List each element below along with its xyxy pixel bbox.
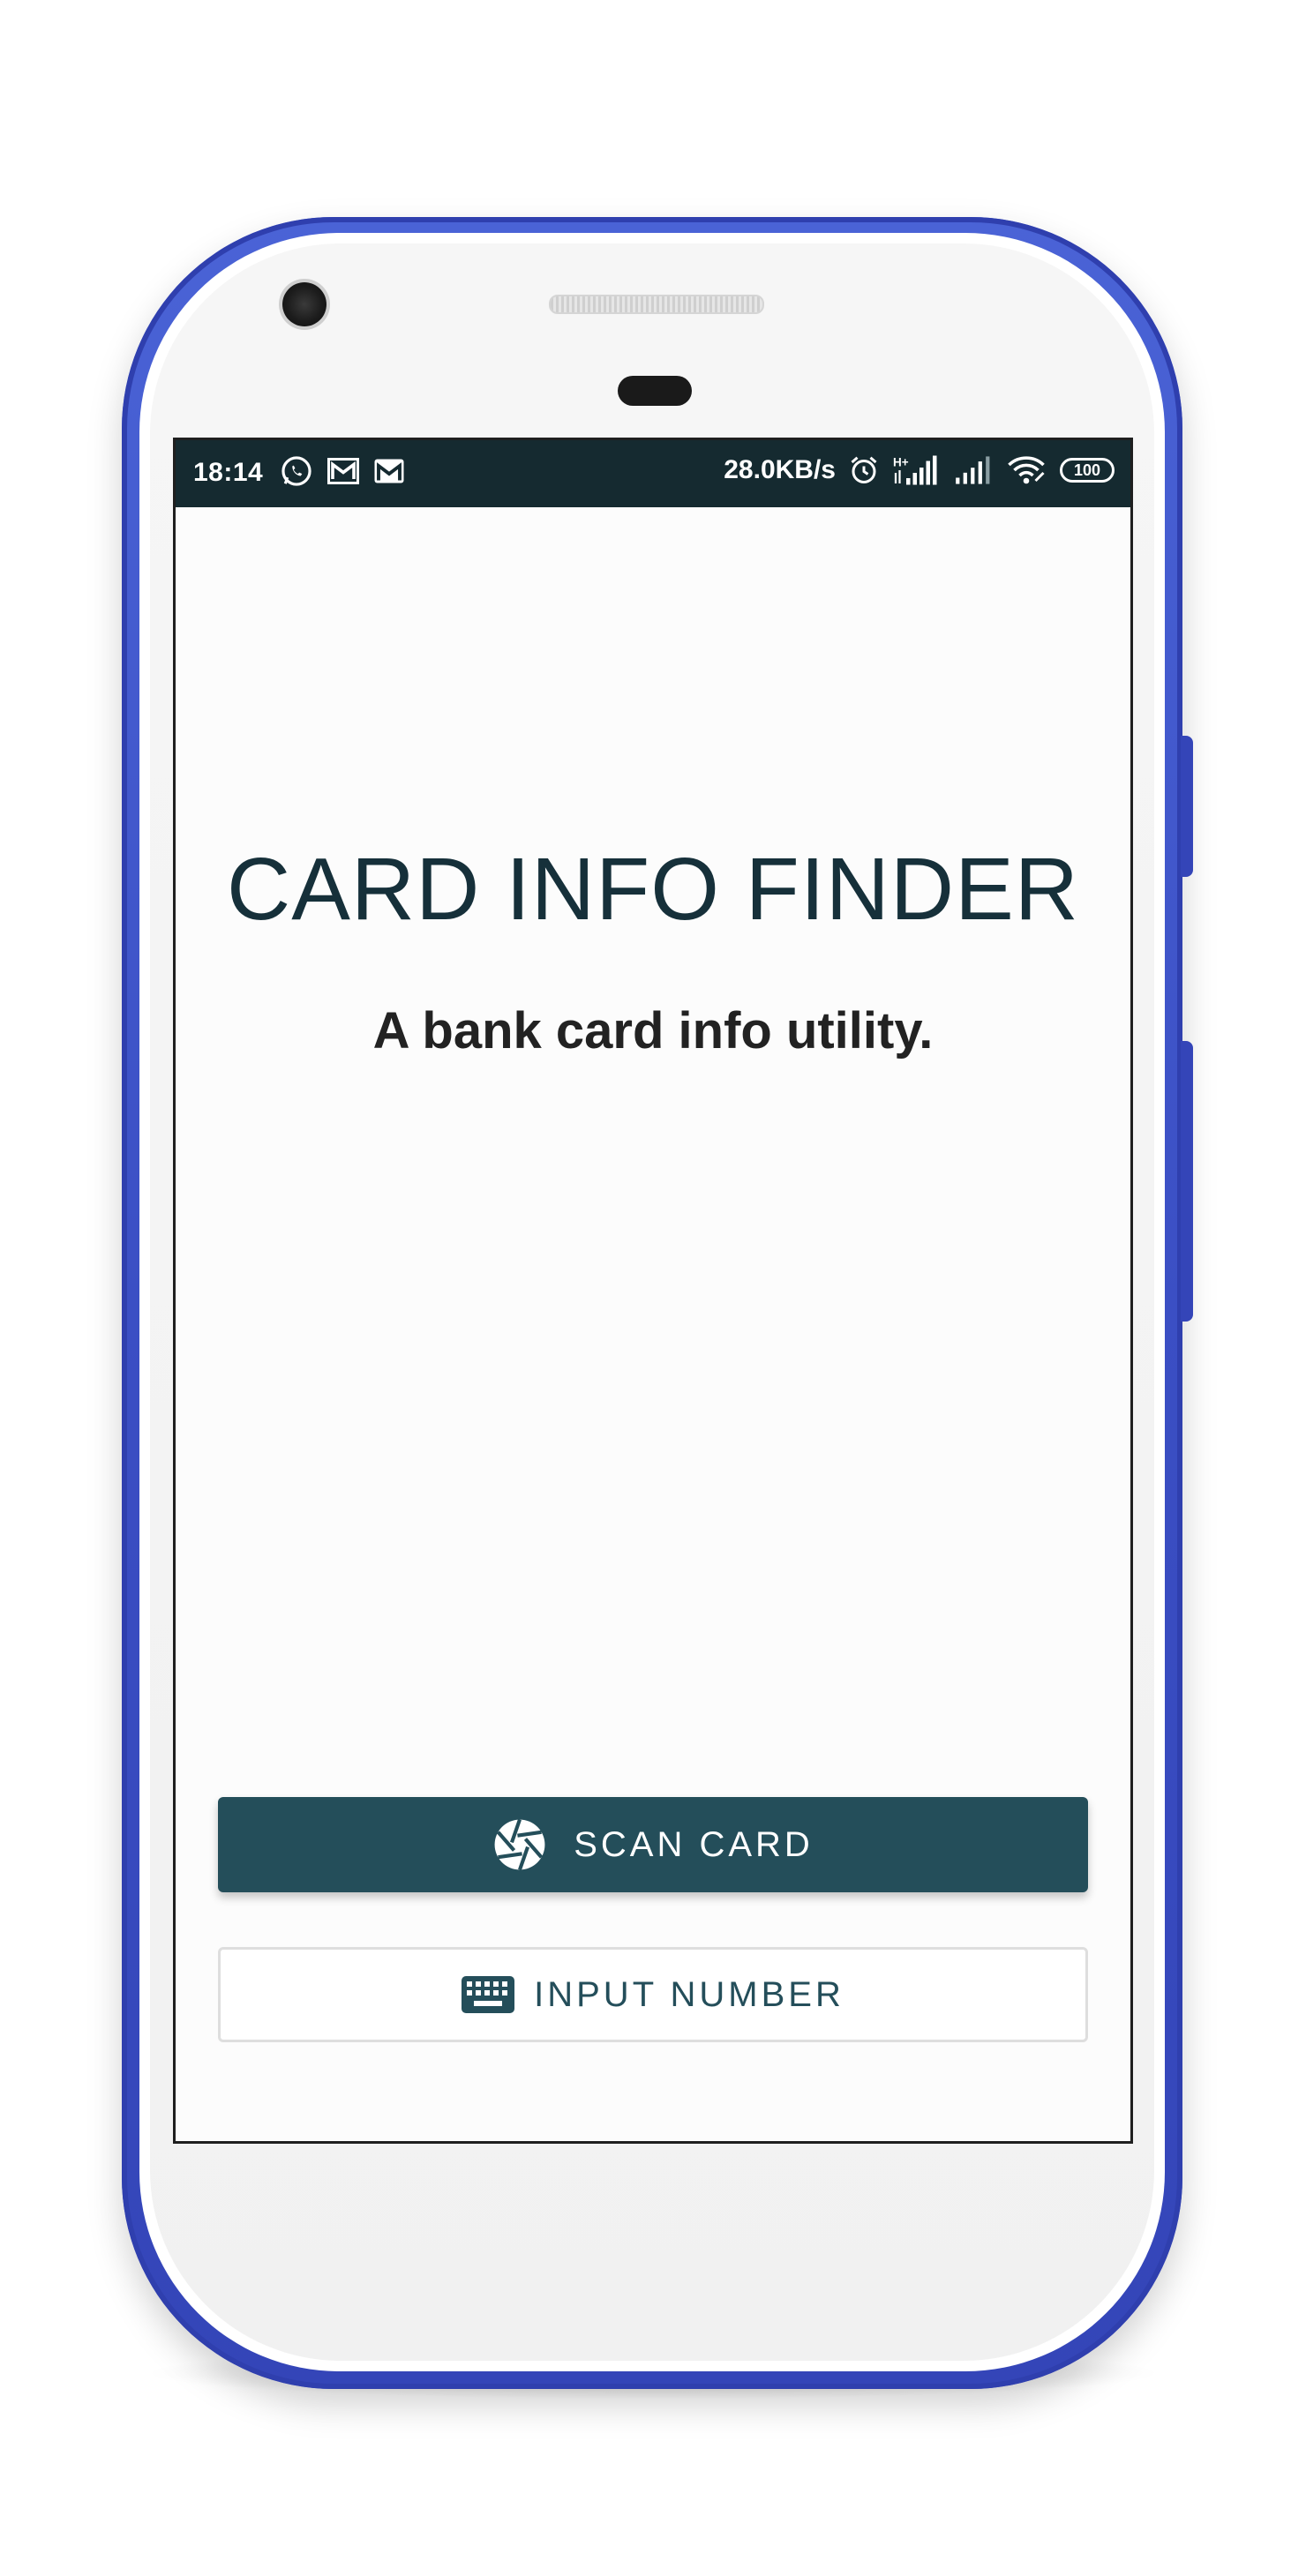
input-number-label: INPUT NUMBER <box>534 1974 844 2014</box>
power-button <box>1181 736 1193 877</box>
notification-icons <box>280 454 405 488</box>
whatsapp-icon <box>280 454 313 488</box>
scan-card-label: SCAN CARD <box>574 1824 814 1864</box>
camera-shutter-icon <box>492 1817 547 1872</box>
volume-button <box>1181 1041 1193 1322</box>
mockup-canvas: 18:14 28.0KB/s H+ 100 CARD INFO FINDER A… <box>0 0 1306 2576</box>
status-bar: 18:14 28.0KB/s H+ 100 <box>176 440 1130 507</box>
proximity-sensor <box>618 376 692 406</box>
alarm-icon <box>848 454 880 486</box>
system-status-icons: 28.0KB/s H+ 100 <box>724 454 1115 486</box>
signal-h-plus-icon: H+ <box>892 454 942 486</box>
gmail-icon <box>373 457 405 485</box>
app-title: CARD INFO FINDER <box>227 840 1079 939</box>
phone-screen: 18:14 28.0KB/s H+ 100 CARD INFO FINDER A… <box>173 438 1133 2144</box>
battery-indicator: 100 <box>1060 458 1115 483</box>
input-number-button[interactable]: INPUT NUMBER <box>218 1947 1088 2042</box>
network-speed: 28.0KB/s <box>724 455 836 484</box>
signal-icon <box>954 455 993 485</box>
app-subtitle: A bank card info utility. <box>372 1002 934 1060</box>
wifi-icon <box>1005 454 1047 486</box>
scan-card-button[interactable]: SCAN CARD <box>218 1797 1088 1892</box>
earpiece-speaker <box>549 295 764 314</box>
front-camera <box>282 282 326 326</box>
gallery-mail-icon <box>326 455 361 487</box>
keyboard-icon <box>462 1976 515 2013</box>
svg-text:H+: H+ <box>893 456 909 469</box>
status-time: 18:14 <box>193 458 264 487</box>
